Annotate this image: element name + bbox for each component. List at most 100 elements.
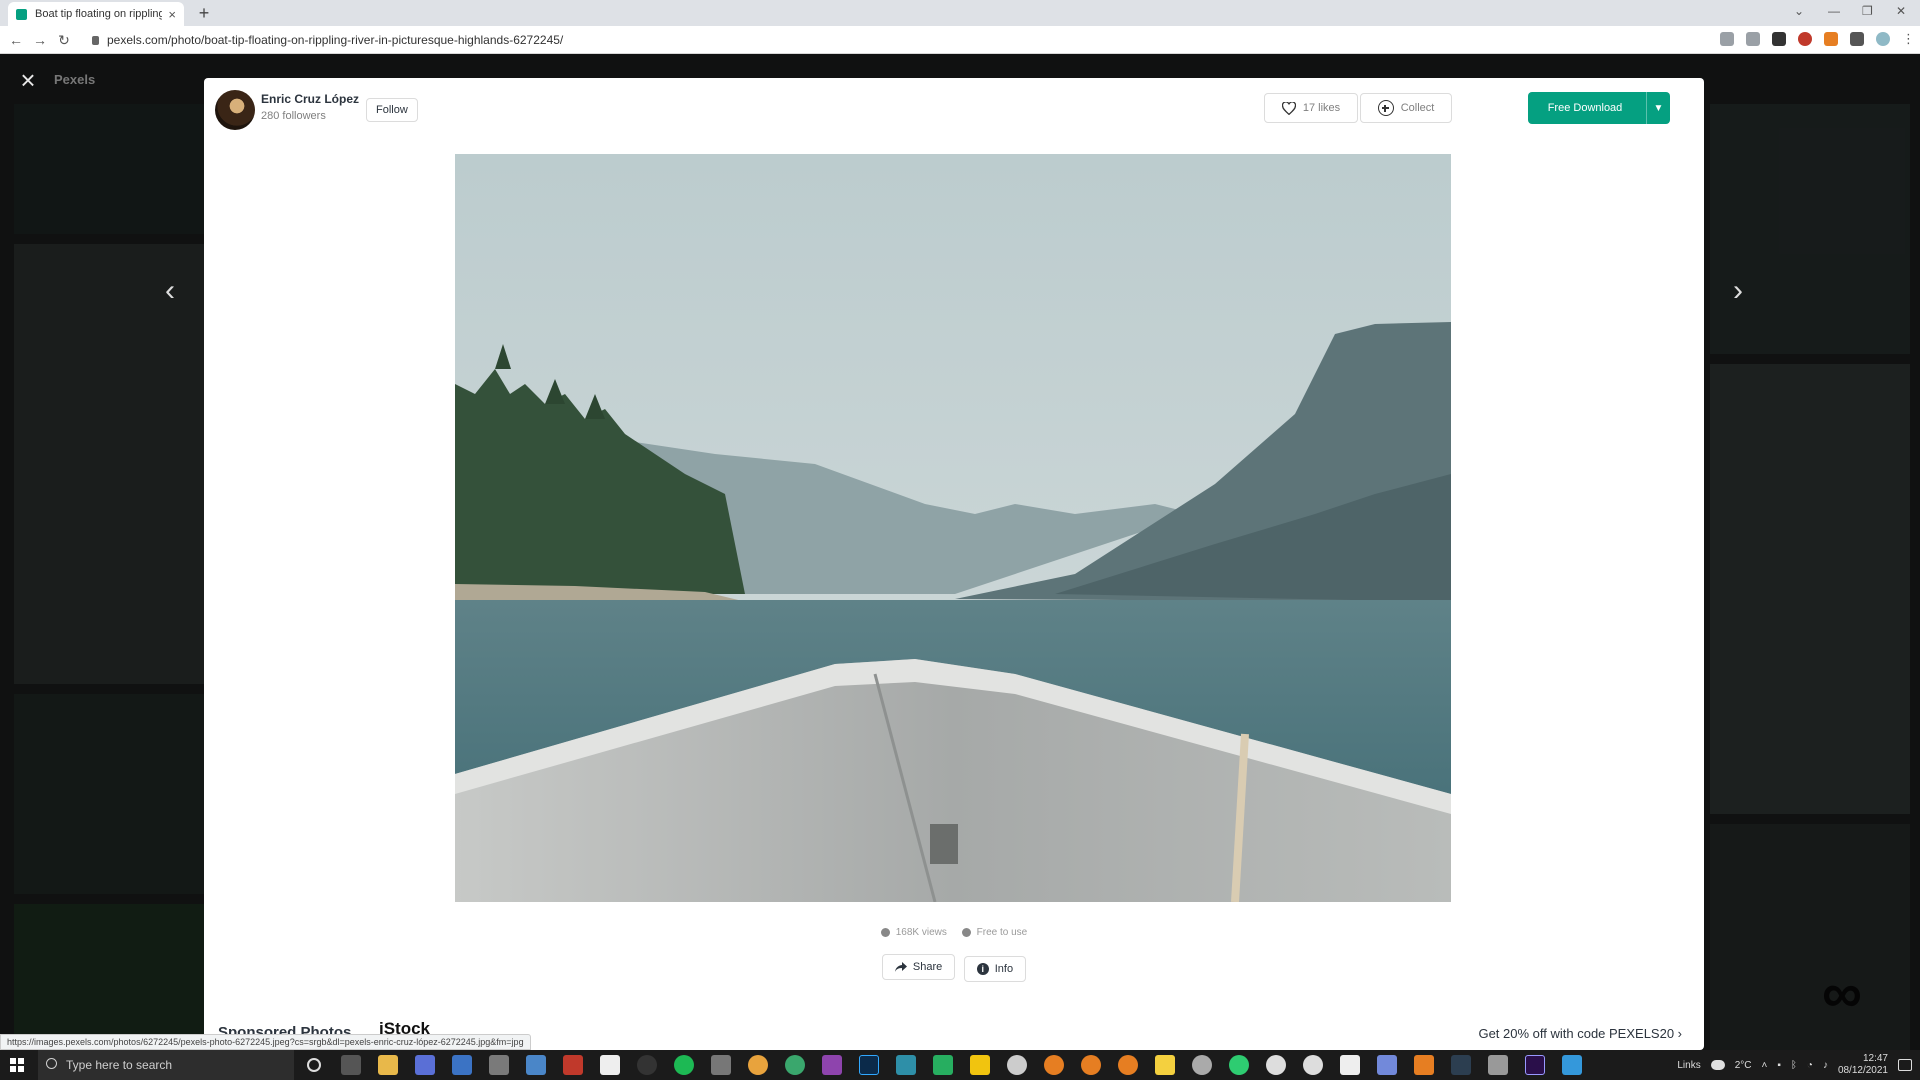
windows-start-icon[interactable] xyxy=(10,1058,24,1072)
pexels-favicon-icon xyxy=(16,8,27,20)
app-icon[interactable] xyxy=(822,1055,842,1075)
puzzle-icon[interactable] xyxy=(1850,32,1864,46)
links-toolbar[interactable]: Links xyxy=(1677,1060,1700,1071)
bluetooth-icon[interactable]: ᛒ xyxy=(1791,1060,1797,1071)
next-photo-arrow-icon[interactable]: › xyxy=(1728,274,1748,308)
weather-temp[interactable]: 2°C xyxy=(1735,1060,1752,1071)
author-avatar[interactable] xyxy=(215,90,255,130)
calculator-icon[interactable] xyxy=(526,1055,546,1075)
extension-icon[interactable] xyxy=(1824,32,1838,46)
clock-date: 08/12/2021 xyxy=(1837,1065,1888,1076)
views-item: 168K views xyxy=(880,927,947,938)
clock[interactable]: 12:47 08/12/2021 xyxy=(1838,1053,1888,1077)
like-button[interactable]: 17 likes xyxy=(1264,93,1358,123)
license-item[interactable]: Free to use xyxy=(961,927,1028,938)
network-icon[interactable]: ◔ xyxy=(1807,1060,1813,1071)
taskbar-search-placeholder: Type here to search xyxy=(66,1058,173,1072)
app-icon[interactable] xyxy=(637,1055,657,1075)
windows-taskbar: Type here to search Links 2°C ˄ ▪ ᛒ ◔ ♪ … xyxy=(0,1050,1920,1080)
unreal-icon[interactable] xyxy=(1303,1055,1323,1075)
new-tab-button[interactable]: + xyxy=(194,3,214,23)
tab-search-icon[interactable]: ⌄ xyxy=(1794,4,1804,18)
profile-avatar[interactable] xyxy=(1876,32,1890,46)
chrome-icon[interactable] xyxy=(785,1055,805,1075)
taskbar-search-input[interactable]: Type here to search xyxy=(38,1050,294,1080)
collect-label: Collect xyxy=(1400,102,1435,114)
forward-icon[interactable]: → xyxy=(30,32,50,48)
blender-icon[interactable] xyxy=(1118,1055,1138,1075)
lock-icon xyxy=(92,36,99,45)
share-page-icon[interactable] xyxy=(1720,32,1734,46)
sticky-notes-icon[interactable] xyxy=(1155,1055,1175,1075)
app-icon[interactable] xyxy=(489,1055,509,1075)
tab-close-icon[interactable]: × xyxy=(168,7,176,22)
unreal-icon[interactable] xyxy=(1266,1055,1286,1075)
tray-chevron-icon[interactable]: ˄ xyxy=(1762,1060,1768,1071)
app-icon[interactable] xyxy=(563,1055,583,1075)
photoshop-icon[interactable] xyxy=(859,1055,879,1075)
app-icon[interactable] xyxy=(933,1055,953,1075)
volume-icon[interactable]: ♪ xyxy=(1823,1060,1828,1071)
collect-button[interactable]: Collect xyxy=(1360,93,1452,123)
free-download-button[interactable]: Free Download ▼ xyxy=(1528,92,1670,124)
premiere-icon[interactable] xyxy=(1525,1055,1545,1075)
share-label: Share xyxy=(912,961,943,973)
author-name[interactable]: Enric Cruz López xyxy=(261,92,359,106)
browser-tabbar: Boat tip floating on rippling river × + … xyxy=(0,0,1920,26)
extension-icon[interactable] xyxy=(1772,32,1786,46)
window-close-icon[interactable]: ✕ xyxy=(1896,4,1906,18)
license-text: Free to use xyxy=(976,927,1028,938)
file-explorer-icon[interactable] xyxy=(378,1055,398,1075)
chevron-down-icon[interactable]: ▼ xyxy=(1646,92,1670,124)
previous-photo-arrow-icon[interactable]: ‹ xyxy=(160,274,180,308)
photo-meta: 168K views Free to use xyxy=(204,927,1704,940)
screen: Boat tip floating on rippling river × + … xyxy=(0,0,1920,1080)
app-icon[interactable] xyxy=(896,1055,916,1075)
app-icon[interactable] xyxy=(1340,1055,1360,1075)
taskbar-apps xyxy=(304,1055,1582,1075)
boat-river-photo xyxy=(455,154,1451,902)
clock-time: 12:47 xyxy=(1862,1053,1888,1064)
task-view-icon[interactable] xyxy=(341,1055,361,1075)
share-button[interactable]: Share xyxy=(881,954,956,980)
app-icon[interactable] xyxy=(1007,1055,1027,1075)
share-arrow-icon xyxy=(894,962,907,972)
teams-icon[interactable] xyxy=(415,1055,435,1075)
blender-icon[interactable] xyxy=(1081,1055,1101,1075)
browser-tab[interactable]: Boat tip floating on rippling river × xyxy=(8,2,184,26)
discord-icon[interactable] xyxy=(1377,1055,1397,1075)
menu-kebab-icon[interactable]: ⋮ xyxy=(1902,32,1915,46)
vlc-icon[interactable] xyxy=(1414,1055,1434,1075)
chrome-icon[interactable] xyxy=(748,1055,768,1075)
app-icon[interactable] xyxy=(711,1055,731,1075)
app-icon[interactable] xyxy=(1229,1055,1249,1075)
close-modal-icon[interactable]: × xyxy=(16,67,40,93)
store-icon[interactable] xyxy=(452,1055,472,1075)
reload-icon[interactable]: ↻ xyxy=(54,32,74,49)
info-button[interactable]: i Info xyxy=(963,956,1027,982)
notifications-icon[interactable] xyxy=(1898,1059,1912,1071)
app-icon[interactable] xyxy=(1192,1055,1212,1075)
app-icon[interactable] xyxy=(970,1055,990,1075)
follow-button[interactable]: Follow xyxy=(366,98,418,122)
blender-icon[interactable] xyxy=(1044,1055,1064,1075)
bookmark-star-icon[interactable] xyxy=(1746,32,1760,46)
main-photo[interactable] xyxy=(455,154,1451,902)
back-icon[interactable]: ← xyxy=(6,32,26,48)
url-text: pexels.com/photo/boat-tip-floating-on-ri… xyxy=(107,33,564,47)
minimize-icon[interactable]: — xyxy=(1828,4,1840,18)
info-label: Info xyxy=(994,963,1014,975)
tray-app-icon[interactable]: ▪ xyxy=(1777,1060,1781,1071)
app-icon[interactable] xyxy=(1488,1055,1508,1075)
url-field[interactable]: pexels.com/photo/boat-tip-floating-on-ri… xyxy=(92,33,563,47)
app-icon[interactable] xyxy=(1562,1055,1582,1075)
weather-icon[interactable] xyxy=(1710,1060,1725,1070)
app-icon[interactable] xyxy=(600,1055,620,1075)
search-icon xyxy=(46,1058,57,1069)
extension-icon[interactable] xyxy=(1798,32,1812,46)
restore-icon[interactable]: ❐ xyxy=(1862,4,1873,18)
steam-icon[interactable] xyxy=(1451,1055,1471,1075)
spotify-icon[interactable] xyxy=(674,1055,694,1075)
cortana-icon[interactable] xyxy=(307,1058,321,1072)
promo-link[interactable]: Get 20% off with code PEXELS20 › xyxy=(1478,1026,1682,1041)
